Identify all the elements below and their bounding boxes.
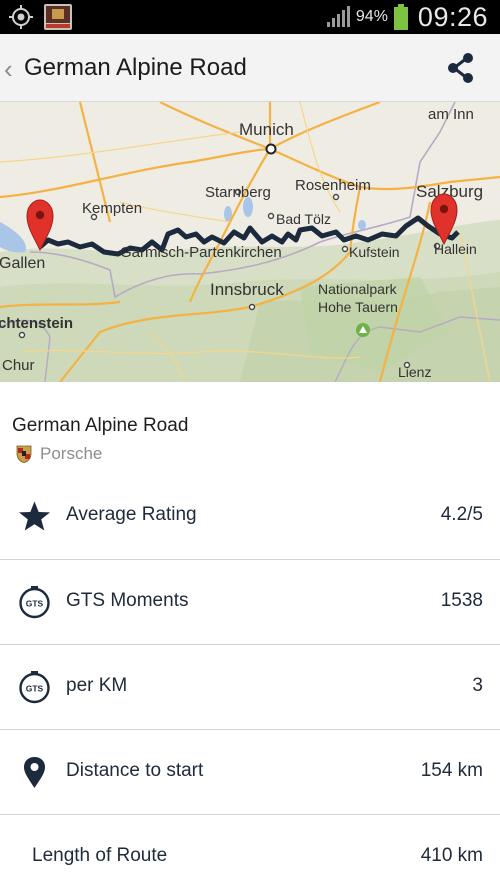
- map-label-hohe-tauern: Hohe Tauern: [318, 299, 398, 315]
- battery-icon: [393, 4, 408, 30]
- location-pin-icon: [24, 757, 45, 788]
- porsche-app-notification-icon: [44, 4, 72, 30]
- action-bar: ‹ German Alpine Road: [0, 34, 500, 102]
- stat-label: Length of Route: [32, 845, 168, 866]
- map-label-nationalpark: Nationalpark: [318, 281, 398, 297]
- route-header: German Alpine Road Porsche: [0, 382, 500, 474]
- stat-row-average-rating: Average Rating 4.2/5: [0, 474, 500, 559]
- back-chevron-icon[interactable]: ‹: [4, 54, 13, 85]
- stat-label: Average Rating: [66, 504, 197, 525]
- stat-row-gts-moments: GTS GTS Moments 1538: [0, 559, 500, 644]
- route-map[interactable]: Munich am Inn Kempten Starnberg Rosenhei…: [0, 102, 500, 382]
- stat-row-per-km: GTS per KM 3: [0, 644, 500, 729]
- gts-timer-icon: GTS: [19, 671, 50, 704]
- brand-name: Porsche: [40, 444, 103, 463]
- map-label-chur: Chur: [2, 357, 35, 374]
- map-label-hallein: Hallein: [434, 241, 477, 257]
- svg-text:GTS: GTS: [26, 599, 44, 609]
- map-label-liechtenstein: chtenstein: [0, 315, 73, 332]
- map-label-am-inn: am Inn: [428, 106, 474, 123]
- page-title[interactable]: German Alpine Road: [24, 54, 247, 82]
- route-details: German Alpine Road Porsche Average Ratin…: [0, 382, 500, 889]
- brand-row: Porsche: [16, 444, 102, 464]
- route-name: German Alpine Road: [12, 415, 189, 436]
- star-icon: [19, 501, 50, 531]
- svg-text:GTS: GTS: [26, 684, 44, 694]
- clock: 09:26: [417, 1, 488, 32]
- stat-row-length-of-route: Length of Route 410 km: [0, 814, 500, 889]
- map-label-bad-tolz: Bad Tölz: [276, 211, 331, 227]
- stat-row-distance-to-start: Distance to start 154 km: [0, 729, 500, 814]
- gts-timer-icon: GTS: [19, 586, 50, 619]
- gps-icon: [9, 5, 33, 29]
- stat-value: 154 km: [420, 760, 483, 781]
- map-label-kufstein: Kufstein: [349, 244, 400, 260]
- map-label-lienz: Lienz: [398, 364, 431, 380]
- stat-label: GTS Moments: [66, 590, 189, 611]
- map-label-garmisch: Garmisch-Partenkirchen: [120, 244, 282, 261]
- stat-value: 3: [472, 675, 483, 696]
- stat-label: per KM: [66, 675, 128, 696]
- porsche-crest-icon: [16, 445, 32, 463]
- stat-value: 4.2/5: [440, 504, 483, 525]
- map-label-kempten: Kempten: [82, 200, 142, 217]
- stat-value: 410 km: [420, 845, 483, 866]
- battery-percent: 94%: [355, 8, 388, 25]
- signal-strength-icon: [326, 6, 350, 27]
- status-bar: 94% 09:26: [0, 0, 500, 34]
- stat-value: 1538: [440, 590, 483, 611]
- map-label-innsbruck: Innsbruck: [210, 280, 284, 299]
- map-label-rosenheim: Rosenheim: [295, 177, 371, 194]
- stat-label: Distance to start: [66, 760, 204, 781]
- map-label-starnberg: Starnberg: [205, 184, 271, 201]
- share-icon[interactable]: [446, 52, 476, 84]
- map-label-munich: Munich: [239, 120, 294, 139]
- map-label-gallen: Gallen: [0, 255, 45, 272]
